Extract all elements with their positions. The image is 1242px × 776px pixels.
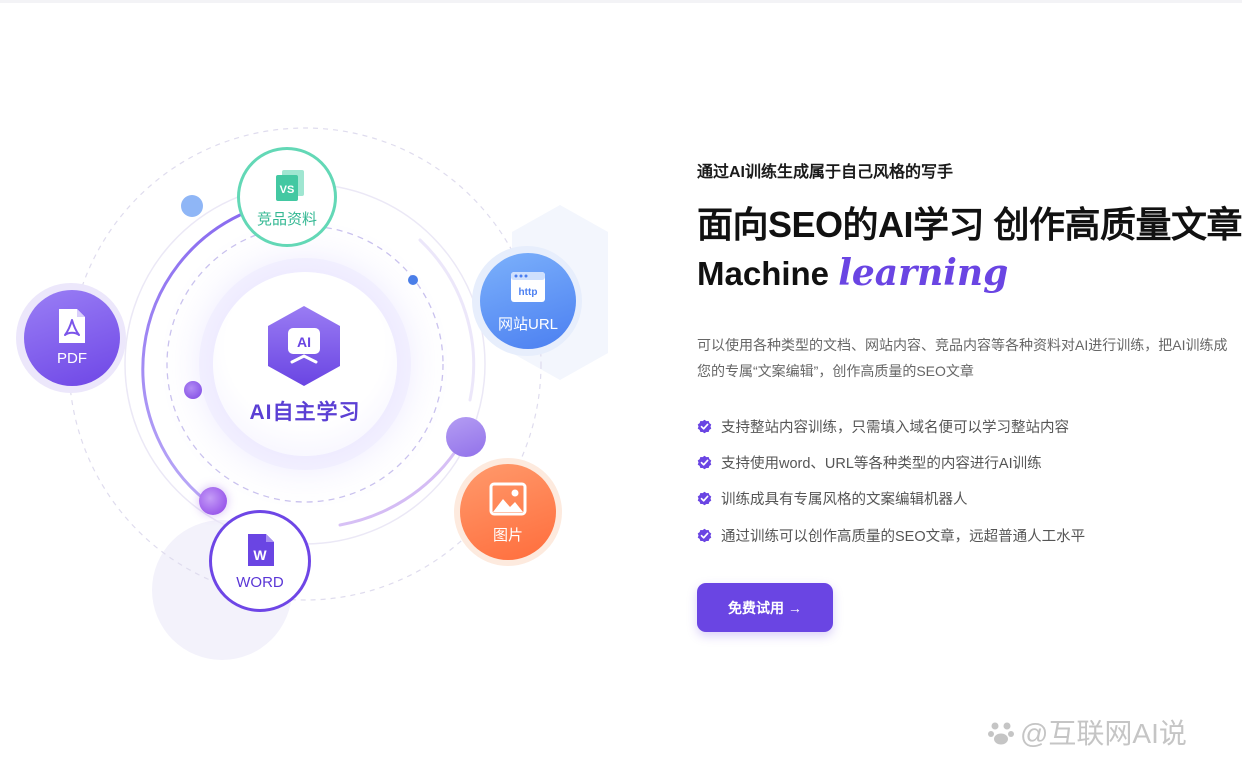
image-label: 图片: [492, 527, 523, 544]
free-trial-button[interactable]: 免费试用 →: [697, 583, 833, 632]
ai-icon-text: AI: [297, 334, 311, 350]
check-badge-icon: [697, 455, 712, 470]
kicker-text: 通过AI训练生成属于自己风格的写手: [697, 164, 954, 181]
subheading-accent: learning: [838, 252, 1009, 294]
watermark: @互联网AI说: [986, 712, 1187, 752]
vs-text: VS: [280, 184, 295, 196]
feature-item: 训练成具有专属风格的文案编辑机器人: [697, 481, 1085, 517]
purple-dot: [184, 381, 202, 399]
vs-document-icon: VS: [276, 170, 304, 201]
feature-text: 支持使用word、URL等各种类型的内容进行AI训练: [721, 455, 1042, 472]
pdf-label: PDF: [57, 350, 87, 367]
feature-item: 支持整站内容训练，只需填入域名便可以学习整站内容: [697, 408, 1085, 444]
word-file-icon: W: [248, 534, 274, 566]
bottom-orbit-arc: [338, 450, 457, 527]
lavender-dot: [446, 417, 486, 457]
url-node: http 网站URL: [480, 253, 576, 349]
ai-learning-illustration: AI AI自主学习 VS 竞品资料 PDF http 网站URL W WORD …: [0, 0, 640, 776]
image-node: 图片: [460, 464, 556, 560]
browser-window-icon: http: [511, 272, 545, 302]
center-label: AI自主学习: [249, 401, 361, 424]
picture-icon: [489, 482, 527, 516]
subheading-plain: Machine: [697, 255, 839, 292]
small-blue-dot: [408, 275, 418, 285]
feature-text: 支持整站内容训练，只需填入域名便可以学习整站内容: [721, 419, 1069, 436]
pdf-node: PDF: [24, 290, 120, 386]
competitor-label: 竞品资料: [256, 211, 317, 228]
competitor-node: VS 竞品资料: [237, 147, 337, 247]
url-label: 网站URL: [497, 316, 558, 333]
word-label: WORD: [236, 574, 284, 591]
http-text: http: [519, 287, 538, 298]
feature-text: 通过训练可以创作高质量的SEO文章，远超普通人工水平: [721, 528, 1086, 545]
word-node: W WORD: [209, 510, 311, 612]
page-title: 面向SEO的AI学习 创作高质量文章: [697, 204, 1242, 245]
watermark-paw-icon: [988, 722, 1014, 745]
check-badge-icon: [697, 491, 712, 506]
check-badge-icon: [697, 419, 712, 433]
blue-dot: [181, 195, 203, 217]
feature-list: 支持整站内容训练，只需填入域名便可以学习整站内容 支持使用word、URL等各种…: [697, 408, 1085, 553]
subheading: Machine learning: [697, 252, 1008, 294]
pdf-file-icon: [59, 309, 85, 343]
description: 可以使用各种类型的文档、网站内容、竞品内容等各种资料对AI进行训练，把AI训练成…: [697, 337, 1228, 379]
feature-item: 支持使用word、URL等各种类型的内容进行AI训练: [697, 444, 1085, 480]
feature-item: 通过训练可以创作高质量的SEO文章，远超普通人工水平: [697, 517, 1085, 553]
ai-hexagon-icon: AI: [264, 302, 344, 390]
word-w-text: W: [253, 547, 267, 563]
right-orbit-arc: [418, 238, 476, 402]
check-badge-icon: [697, 528, 712, 542]
glow-purple-dot: [199, 487, 227, 515]
feature-text: 训练成具有专属风格的文案编辑机器人: [721, 492, 968, 509]
watermark-text: @互联网AI说: [1020, 718, 1187, 749]
